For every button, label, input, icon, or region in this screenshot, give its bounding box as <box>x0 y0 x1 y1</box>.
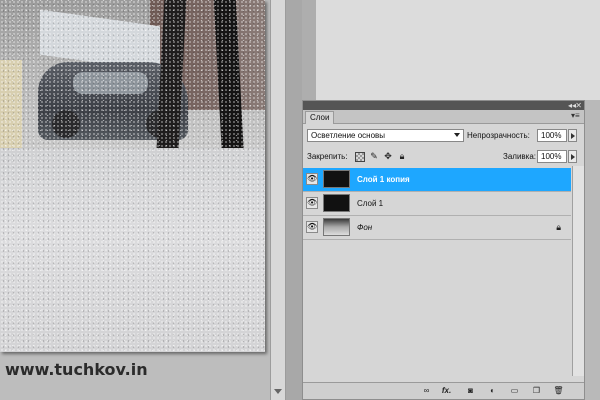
opacity-slider-arrow-icon[interactable] <box>568 129 577 142</box>
layer-name: Фон <box>357 223 373 232</box>
new-layer-icon[interactable]: ❐ <box>531 385 542 396</box>
panel-dock-edge <box>302 0 316 100</box>
fill-slider-arrow-icon[interactable] <box>568 150 577 163</box>
lock-brush-icon[interactable]: ✎ <box>369 151 379 161</box>
layer-row[interactable]: 👁︎ Слой 1 копия <box>303 168 571 192</box>
lock-row: Закрепить: ✎ ✥ 🔒︎ Заливка: 100% <box>307 150 579 164</box>
panel-title-bar[interactable]: ◂◂ ✕ <box>303 101 584 110</box>
lock-move-icon[interactable]: ✥ <box>383 151 393 161</box>
blend-mode-select[interactable]: Осветление основы <box>307 129 464 142</box>
layers-list: 👁︎ Слой 1 копия 👁︎ Слой 1 👁︎ Фон 🔒︎ <box>303 168 571 240</box>
blend-row: Осветление основы Непрозрачность: 100% <box>307 129 579 143</box>
lock-icon: 🔒︎ <box>556 222 561 232</box>
workspace-background <box>286 0 302 400</box>
eye-icon[interactable]: 👁︎ <box>306 197 318 209</box>
link-layers-icon[interactable]: ∞ <box>421 385 432 396</box>
layer-thumbnail <box>323 194 350 212</box>
folder-icon[interactable]: ▭ <box>509 385 520 396</box>
fill-label: Заливка: <box>503 152 537 161</box>
chevron-down-icon <box>454 133 460 137</box>
layer-thumbnail <box>323 170 350 188</box>
panel-tab-bar: Слои ▾≡ <box>303 110 584 124</box>
layer-name: Слой 1 копия <box>357 175 410 184</box>
scroll-down-arrow-icon[interactable] <box>274 389 282 394</box>
photo-image <box>0 0 265 352</box>
layer-row[interactable]: 👁︎ Слой 1 <box>303 192 571 216</box>
canvas-scrollbar[interactable] <box>270 0 286 400</box>
fx-icon[interactable]: fx. <box>441 385 452 396</box>
eye-icon[interactable]: 👁︎ <box>306 173 318 185</box>
watermark-text: www.tuchkov.in <box>5 360 148 379</box>
panel-menu-icon[interactable]: ▾≡ <box>571 112 580 120</box>
adjustment-layer-icon[interactable]: ◐ <box>487 385 498 396</box>
lock-all-icon[interactable]: 🔒︎ <box>397 151 407 161</box>
layers-scrollbar[interactable] <box>572 166 584 376</box>
trash-icon[interactable]: 🗑︎ <box>553 385 564 396</box>
layer-row[interactable]: 👁︎ Фон 🔒︎ <box>303 216 571 240</box>
close-panel-icon[interactable]: ✕ <box>575 101 582 110</box>
opacity-label: Непрозрачность: <box>467 131 530 140</box>
document-canvas[interactable]: www.tuchkov.in <box>0 0 270 400</box>
layers-panel-footer: ∞ fx. ◙ ◐ ▭ ❐ 🗑︎ <box>303 382 584 399</box>
blend-mode-value: Осветление основы <box>311 131 386 140</box>
lock-transparency-icon[interactable] <box>355 152 365 162</box>
opacity-input[interactable]: 100% <box>537 129 567 142</box>
lock-label: Закрепить: <box>307 152 348 161</box>
panel-dock-area <box>316 0 600 100</box>
tab-layers[interactable]: Слои <box>305 111 335 124</box>
layer-mask-icon[interactable]: ◙ <box>465 385 476 396</box>
layers-panel: ◂◂ ✕ Слои ▾≡ Осветление основы Непрозрач… <box>302 100 585 400</box>
layer-thumbnail <box>323 218 350 236</box>
fill-input[interactable]: 100% <box>537 150 567 163</box>
layer-name: Слой 1 <box>357 199 384 208</box>
eye-icon[interactable]: 👁︎ <box>306 221 318 233</box>
